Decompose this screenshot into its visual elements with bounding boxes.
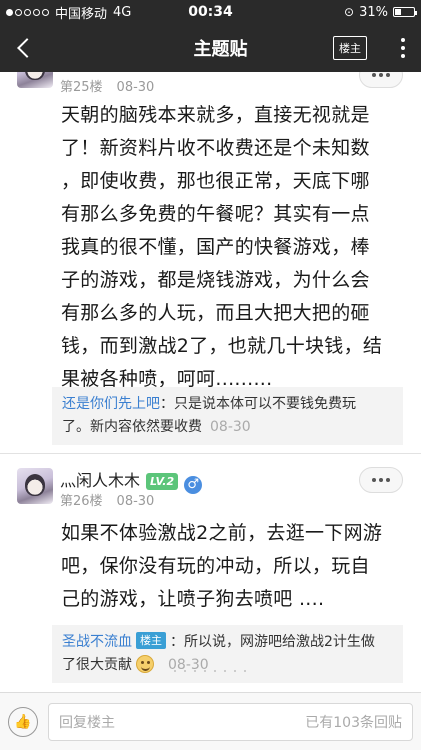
post-meta: 第26楼 08-30 bbox=[60, 490, 154, 509]
avatar[interactable] bbox=[17, 468, 53, 504]
battery-icon bbox=[393, 7, 417, 17]
level-badge: LV.2 bbox=[146, 473, 179, 490]
sub-reply[interactable]: 还是你们先上吧：只是说本体可以不要钱免费玩 了。新内容依然要收费 08-30 bbox=[52, 387, 403, 445]
chevron-left-icon bbox=[17, 38, 37, 58]
post-date: 08-30 bbox=[116, 80, 155, 95]
status-bar: 中国移动 4G 00:34 ⊙ 31% bbox=[0, 0, 421, 24]
thread-content: 第25楼 08-30 天朝的脑残本来就多，直接无视就是 了！新资料片收不收费还是个… bbox=[0, 72, 421, 692]
username[interactable]: 灬闲人木木 bbox=[60, 471, 140, 490]
post-more-button[interactable] bbox=[359, 467, 403, 493]
avatar[interactable] bbox=[17, 72, 53, 88]
post-line: 有那么多的人玩，而且大把大把的砸 bbox=[61, 302, 370, 324]
reply-placeholder: 回复楼主 bbox=[59, 714, 115, 731]
thumbs-up-icon: 👍 bbox=[14, 713, 32, 730]
post-meta: 第25楼 08-30 bbox=[60, 76, 154, 95]
post-line: 有那么多免费的午餐呢？其实有一点 bbox=[61, 203, 370, 225]
rotation-lock-icon: ⊙ bbox=[344, 5, 355, 19]
more-menu-button[interactable] bbox=[385, 38, 421, 58]
carrier-label: 中国移动 bbox=[55, 6, 108, 22]
battery-percent: 31% bbox=[359, 4, 388, 20]
scroll-indicator bbox=[10, 670, 410, 684]
post-line: 如果不体验激战2之前，去逛一下网游 bbox=[61, 522, 383, 544]
reply-time: 08-30 bbox=[210, 419, 251, 435]
post-body: 天朝的脑残本来就多，直接无视就是 了！新资料片收不收费还是个未知数 ，即使收费，… bbox=[61, 99, 411, 396]
back-button[interactable] bbox=[0, 24, 48, 72]
bottom-bar: 👍 回复楼主 已有103条回贴 bbox=[0, 692, 421, 750]
post-line: 己的游戏，让喷子狗去喷吧 .... bbox=[61, 588, 325, 610]
nav-bar: 主题贴 楼主 bbox=[0, 24, 421, 72]
post-line: 了！新资料片收不收费还是个未知数 bbox=[61, 137, 370, 159]
floor-number: 第26楼 bbox=[60, 494, 103, 509]
reply-username[interactable]: 还是你们先上吧 bbox=[62, 396, 160, 412]
divider bbox=[0, 453, 421, 454]
post-date: 08-30 bbox=[116, 494, 155, 509]
floor-number: 第25楼 bbox=[60, 80, 103, 95]
clock: 00:34 bbox=[188, 4, 233, 20]
reply-text: ：只是说本体可以不要钱免费玩 bbox=[160, 396, 356, 412]
post-line: 子的游戏，都是烧钱游戏，为什么会 bbox=[61, 269, 370, 291]
post-line: 天朝的脑残本来就多，直接无视就是 bbox=[61, 104, 370, 126]
post-line: 吧，保你没有玩的冲动，所以，玩自 bbox=[61, 555, 370, 577]
reply-text: ：所以说，网游吧给激战2计生做 bbox=[170, 634, 375, 650]
male-icon: ♂ bbox=[184, 476, 203, 494]
post-line: 钱，而到激战2了，也就几十块钱，结 bbox=[61, 335, 383, 357]
post-line: 我真的很不懂，国产的快餐游戏，棒 bbox=[61, 236, 370, 258]
reply-count: 已有103条回贴 bbox=[305, 714, 402, 731]
post-more-button[interactable] bbox=[359, 72, 403, 88]
reply-text: 了。新内容依然要收费 bbox=[62, 419, 202, 435]
page-title: 主题贴 bbox=[193, 39, 248, 60]
louzhu-tag: 楼主 bbox=[136, 632, 166, 649]
post-line: ，即使收费，那也很正常，天底下哪 bbox=[61, 170, 370, 192]
reply-username[interactable]: 圣战不流血 bbox=[62, 634, 132, 650]
post-body: 如果不体验激战2之前，去逛一下网游 吧，保你没有玩的冲动，所以，玩自 己的游戏，… bbox=[61, 517, 411, 616]
signal-icon bbox=[6, 8, 49, 16]
like-button[interactable]: 👍 bbox=[8, 706, 38, 737]
reply-input[interactable]: 回复楼主 已有103条回贴 bbox=[48, 702, 413, 741]
only-louzhu-button[interactable]: 楼主 bbox=[333, 36, 367, 60]
network-label: 4G bbox=[113, 4, 132, 20]
